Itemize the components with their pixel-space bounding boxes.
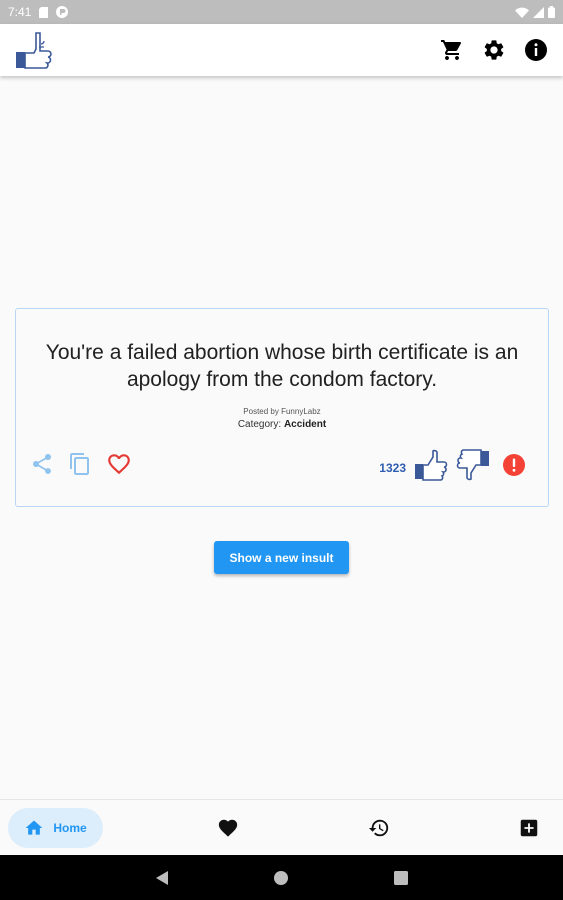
battery-icon bbox=[548, 6, 555, 18]
home-circle-icon[interactable] bbox=[271, 868, 291, 888]
insult-card: You're a failed abortion whose birth cer… bbox=[15, 308, 549, 507]
thumbs-down-icon[interactable] bbox=[456, 449, 490, 486]
vote-count: 1323 bbox=[379, 460, 406, 475]
thumbs-up-logo-icon bbox=[14, 30, 54, 70]
insult-text: You're a failed abortion whose birth cer… bbox=[45, 341, 519, 391]
add-box-icon[interactable] bbox=[517, 816, 541, 840]
app-bar bbox=[0, 24, 563, 76]
category-line: Category: Accident bbox=[16, 419, 548, 430]
favorites-heart-icon[interactable] bbox=[216, 816, 240, 840]
status-left: 7:41 bbox=[8, 5, 69, 19]
show-new-insult-button[interactable]: Show a new insult bbox=[214, 541, 349, 574]
category-value[interactable]: Accident bbox=[284, 419, 326, 430]
sim-card-icon bbox=[39, 6, 49, 18]
system-navigation-bar bbox=[0, 855, 563, 900]
bottom-navigation: Home bbox=[0, 799, 563, 855]
signal-icon bbox=[533, 6, 544, 18]
nav-home-label: Home bbox=[53, 821, 87, 835]
share-icon[interactable] bbox=[30, 452, 54, 481]
info-icon[interactable] bbox=[523, 37, 549, 63]
settings-gear-icon[interactable] bbox=[481, 37, 507, 63]
recents-square-icon[interactable] bbox=[391, 868, 411, 888]
card-actions-left bbox=[30, 451, 132, 482]
nav-home-tab[interactable]: Home bbox=[8, 808, 103, 848]
status-time: 7:41 bbox=[8, 5, 32, 19]
card-actions-right: 1323 bbox=[379, 449, 526, 486]
app-notification-icon bbox=[56, 6, 69, 18]
posted-by-label: Posted by FunnyLabz bbox=[243, 407, 321, 416]
cart-icon[interactable] bbox=[439, 37, 465, 63]
copy-icon[interactable] bbox=[68, 451, 92, 482]
status-bar: 7:41 bbox=[0, 0, 563, 24]
category-label: Category: bbox=[237, 419, 282, 430]
back-icon[interactable] bbox=[152, 868, 172, 888]
history-icon[interactable] bbox=[367, 816, 391, 840]
app-bar-actions bbox=[439, 37, 549, 63]
thumbs-up-icon[interactable] bbox=[414, 449, 448, 486]
favorite-heart-icon[interactable] bbox=[106, 451, 132, 482]
wifi-icon bbox=[515, 7, 529, 18]
status-right bbox=[515, 6, 555, 18]
home-icon bbox=[25, 820, 43, 835]
report-alert-icon[interactable] bbox=[502, 453, 526, 482]
